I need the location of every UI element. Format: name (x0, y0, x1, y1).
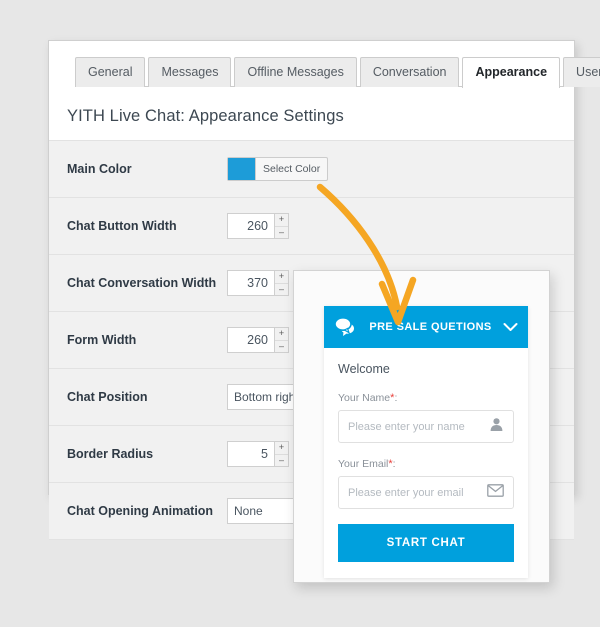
border-radius-stepper[interactable]: + – (227, 441, 289, 467)
decrement-icon[interactable]: – (275, 226, 288, 238)
welcome-text: Welcome (338, 362, 390, 376)
email-input-placeholder: Please enter your email (348, 486, 464, 499)
name-field-label: Your Name*: (338, 392, 514, 404)
form-width-spinner-buttons[interactable]: + – (274, 327, 289, 353)
border-radius-spinner-buttons[interactable]: + – (274, 441, 289, 467)
chat-widget-title: PRE SALE QUETIONS (369, 321, 492, 333)
tab-conversation[interactable]: Conversation (359, 57, 460, 87)
email-input-field[interactable]: Please enter your email (338, 476, 514, 509)
setting-label-form-width: Form Width (67, 333, 137, 347)
setting-control-main-color: Select Color (227, 157, 574, 181)
page-title: YITH Live Chat: Appearance Settings (67, 107, 344, 125)
name-label-colon: : (394, 392, 398, 404)
name-field-label-text: Your Name (338, 392, 391, 404)
speech-bubbles-icon (334, 317, 358, 337)
color-picker-button[interactable]: Select Color (227, 157, 329, 181)
tab-general[interactable]: General (75, 57, 146, 87)
setting-label-chat-opening-animation: Chat Opening Animation (67, 504, 214, 518)
setting-row-main-color: Main Color Select Color (49, 140, 574, 198)
setting-label-border-radius: Border Radius (67, 447, 154, 461)
tab-messages[interactable]: Messages (148, 57, 232, 87)
form-width-input[interactable] (227, 327, 274, 353)
email-field-label: Your Email*: (338, 458, 514, 470)
color-swatch[interactable] (228, 158, 256, 180)
name-input-field[interactable]: Please enter your name (338, 410, 514, 443)
increment-icon[interactable]: + (275, 442, 288, 455)
chat-conversation-width-stepper[interactable]: + – (227, 270, 289, 296)
chat-conversation-width-spinner-buttons[interactable]: + – (274, 270, 289, 296)
chat-widget: PRE SALE QUETIONS Welcome Your Name*: Pl… (324, 306, 528, 578)
form-width-stepper[interactable]: + – (227, 327, 289, 353)
setting-label-chat-position: Chat Position (67, 390, 148, 404)
setting-label-chat-button-width: Chat Button Width (67, 219, 177, 233)
start-chat-button[interactable]: START CHAT (338, 524, 514, 562)
chevron-down-icon[interactable] (503, 322, 518, 332)
tab-appearance[interactable]: Appearance (462, 57, 561, 88)
setting-label-main-color: Main Color (67, 162, 132, 176)
settings-tab-bar: General Messages Offline Messages Conver… (75, 53, 600, 88)
email-field-label-text: Your Email (338, 458, 389, 470)
tab-offline-messages[interactable]: Offline Messages (234, 57, 357, 87)
chat-button-width-spinner-buttons[interactable]: + – (274, 213, 289, 239)
select-color-label: Select Color (263, 163, 321, 175)
tab-users[interactable]: Users (563, 57, 600, 87)
setting-row-chat-button-width: Chat Button Width + – (49, 198, 574, 255)
name-input-placeholder: Please enter your name (348, 420, 465, 433)
setting-label-chat-conversation-width: Chat Conversation Width (67, 276, 217, 290)
chat-widget-body: Welcome Your Name*: Please enter your na… (324, 348, 528, 578)
decrement-icon[interactable]: – (275, 340, 288, 352)
increment-icon[interactable]: + (275, 214, 288, 227)
envelope-icon (487, 483, 504, 502)
decrement-icon[interactable]: – (275, 283, 288, 295)
setting-control-chat-button-width: + – (227, 213, 574, 239)
email-label-colon: : (392, 458, 396, 470)
increment-icon[interactable]: + (275, 271, 288, 284)
border-radius-input[interactable] (227, 441, 274, 467)
chat-conversation-width-input[interactable] (227, 270, 274, 296)
chat-preview-card: PRE SALE QUETIONS Welcome Your Name*: Pl… (293, 270, 550, 583)
chat-widget-header[interactable]: PRE SALE QUETIONS (324, 306, 528, 348)
decrement-icon[interactable]: – (275, 454, 288, 466)
chat-button-width-input[interactable] (227, 213, 274, 239)
person-icon (489, 417, 504, 437)
chat-button-width-stepper[interactable]: + – (227, 213, 289, 239)
increment-icon[interactable]: + (275, 328, 288, 341)
